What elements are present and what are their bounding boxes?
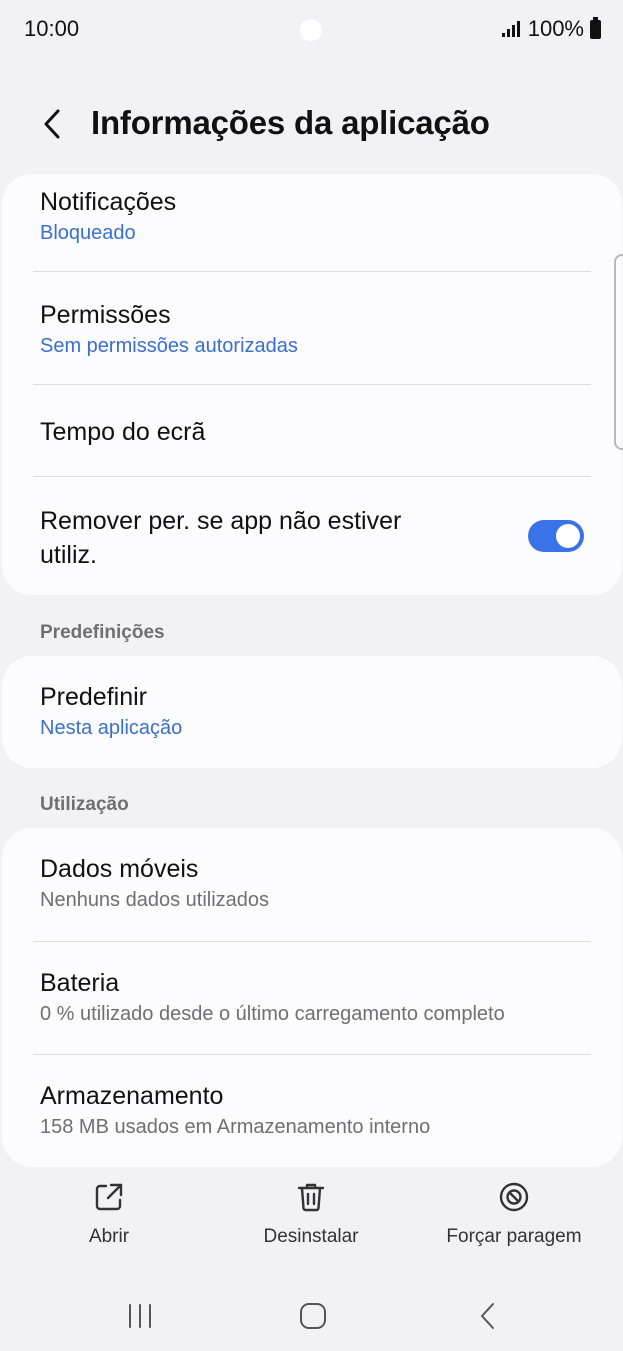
nav-back-button[interactable] <box>468 1296 508 1336</box>
block-icon <box>499 1182 529 1212</box>
chevron-left-icon <box>44 109 60 139</box>
notifications-row[interactable]: Notificações Bloqueado <box>2 186 622 246</box>
permissions-status: Sem permissões autorizadas <box>40 335 298 357</box>
set-default-title: Predefinir <box>40 683 147 711</box>
scrollbar-handle[interactable] <box>614 254 623 450</box>
recents-button[interactable] <box>120 1296 160 1336</box>
permissions-title: Permissões <box>40 301 171 329</box>
open-label: Abrir <box>88 1226 130 1247</box>
status-time: 10:00 <box>24 16 80 41</box>
back-button[interactable] <box>32 104 72 144</box>
remove-permissions-row[interactable]: Remover per. se app não estiver utiliz. <box>2 504 622 572</box>
screen-time-title: Tempo do ecrã <box>40 418 206 446</box>
divider <box>33 941 591 942</box>
system-nav-bar <box>0 1288 623 1340</box>
notifications-status: Bloqueado <box>40 222 136 244</box>
home-icon <box>300 1303 326 1329</box>
mobile-data-title: Dados móveis <box>40 855 199 883</box>
uninstall-button[interactable]: Desinstalar <box>251 1180 371 1248</box>
section-header-defaults: Predefinições <box>40 622 165 643</box>
mobile-data-row[interactable]: Dados móveis Nenhuns dados utilizados <box>2 853 622 913</box>
app-bar: Informações da aplicação <box>0 98 623 150</box>
storage-usage: 158 MB usados em Armazenamento interno <box>40 1116 431 1138</box>
force-stop-label: Forçar paragem <box>446 1226 582 1247</box>
divider <box>33 384 591 385</box>
permissions-row[interactable]: Permissões Sem permissões autorizadas <box>2 299 622 359</box>
usage-card: Dados móveis Nenhuns dados utilizados Ba… <box>2 828 622 1167</box>
storage-title: Armazenamento <box>40 1082 224 1110</box>
remove-permissions-toggle[interactable] <box>528 520 584 552</box>
camera-dot <box>300 19 322 41</box>
back-icon <box>481 1303 494 1329</box>
app-settings-card: Notificações Bloqueado Permissões Sem pe… <box>2 174 622 595</box>
force-stop-button[interactable]: Forçar paragem <box>438 1180 590 1248</box>
battery-row[interactable]: Bateria 0 % utilizado desde o último car… <box>2 967 622 1027</box>
open-button[interactable]: Abrir <box>69 1180 149 1248</box>
divider <box>33 1054 591 1055</box>
status-indicators: 100% <box>501 16 601 42</box>
section-header-usage: Utilização <box>40 794 129 815</box>
home-button[interactable] <box>293 1296 333 1336</box>
battery-title: Bateria <box>40 969 120 997</box>
uninstall-label: Desinstalar <box>263 1226 359 1247</box>
page-title: Informações da aplicação <box>91 104 490 141</box>
bottom-action-bar: Abrir Desinstalar Forçar paragem <box>0 1180 623 1260</box>
divider <box>33 476 591 477</box>
notifications-title: Notificações <box>40 188 177 216</box>
mobile-data-usage: Nenhuns dados utilizados <box>40 889 270 911</box>
signal-icon <box>501 21 520 37</box>
battery-percentage: 100% <box>527 16 584 41</box>
divider <box>33 271 591 272</box>
recents-icon <box>129 1304 151 1328</box>
trash-icon <box>297 1183 325 1212</box>
set-default-row[interactable]: Predefinir Nesta aplicação <box>2 681 622 741</box>
set-default-status: Nesta aplicação <box>40 717 183 739</box>
battery-icon <box>590 16 601 39</box>
battery-usage: 0 % utilizado desde o último carregament… <box>40 1003 505 1025</box>
screen-time-row[interactable]: Tempo do ecrã <box>2 416 622 448</box>
status-bar: 10:00 100% <box>0 0 623 58</box>
open-external-icon <box>95 1183 123 1211</box>
toggle-knob <box>556 524 580 548</box>
storage-row[interactable]: Armazenamento 158 MB usados em Armazenam… <box>2 1080 622 1140</box>
defaults-card: Predefinir Nesta aplicação <box>2 656 622 768</box>
